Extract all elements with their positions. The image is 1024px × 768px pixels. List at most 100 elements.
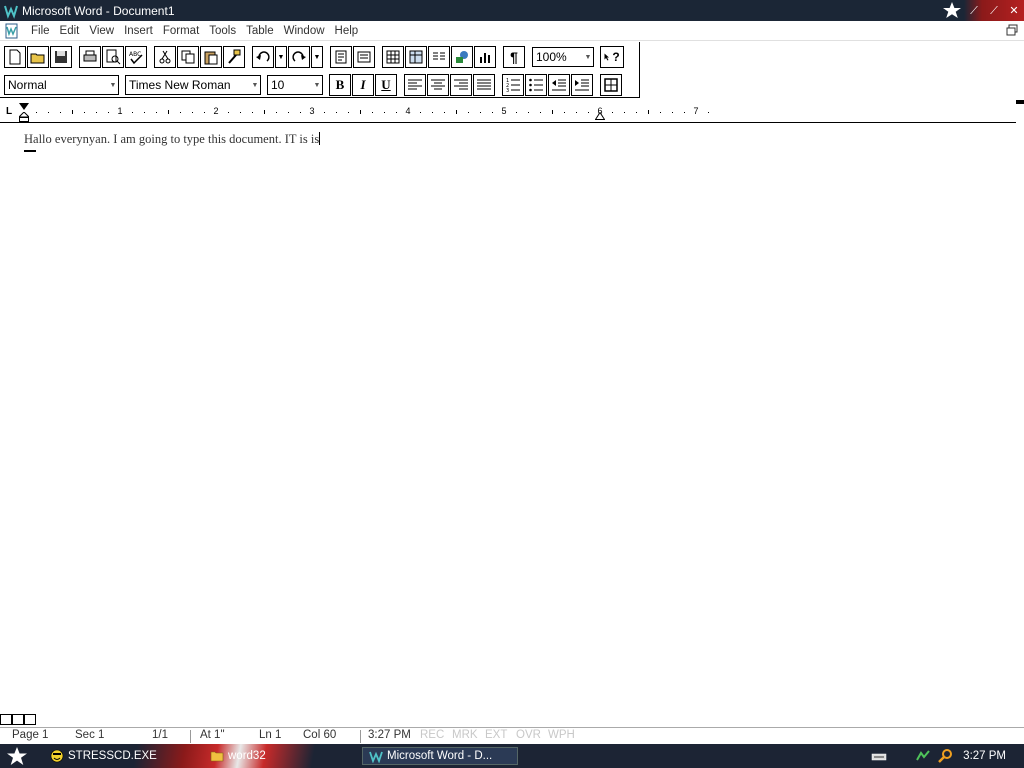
align-left-icon — [408, 79, 422, 90]
normal-view-button[interactable] — [0, 714, 12, 725]
align-center-button[interactable] — [427, 74, 449, 96]
document-page[interactable]: Hallo everynyan. I am going to type this… — [0, 124, 1016, 714]
cut-button[interactable] — [154, 46, 176, 68]
overtype-indicator[interactable]: OVR — [516, 729, 541, 741]
minimize-button[interactable]: ⟋ — [967, 4, 981, 18]
pilcrow-icon: ¶ — [510, 49, 518, 65]
taskbar-clock[interactable]: 3:27 PM — [963, 750, 1006, 762]
bold-button[interactable]: B — [329, 74, 351, 96]
style-select[interactable]: Normal ▼ — [4, 75, 119, 95]
columns-button[interactable] — [428, 46, 450, 68]
track-changes-indicator[interactable]: MRK — [452, 729, 478, 741]
underline-button[interactable]: U — [375, 74, 397, 96]
task-microsoft-word[interactable]: Microsoft Word - D... — [362, 747, 518, 765]
spelling-button[interactable]: ABC — [125, 46, 147, 68]
borders-button[interactable] — [600, 74, 622, 96]
start-button-star-icon[interactable] — [6, 746, 28, 766]
tab-stop-selector[interactable]: L — [6, 106, 12, 117]
toolbars: ABC ▼ ▼ ¶ 100% ▼ ? Normal ▼ Times New Ro… — [0, 42, 640, 98]
align-left-button[interactable] — [404, 74, 426, 96]
vertical-scrollbar[interactable]: ▾ — [1016, 100, 1024, 721]
increase-indent-button[interactable] — [571, 74, 593, 96]
ruler-tick — [708, 112, 709, 113]
scroll-up-arrow[interactable] — [1016, 100, 1024, 104]
ruler-tick — [528, 112, 529, 113]
outline-view-button[interactable] — [24, 714, 36, 725]
align-right-button[interactable] — [450, 74, 472, 96]
undo-dropdown[interactable]: ▼ — [275, 46, 287, 68]
bar-chart-icon — [480, 53, 490, 63]
chevron-down-icon: ▼ — [584, 53, 592, 61]
autoformat-button[interactable] — [330, 46, 352, 68]
menu-bar: File Edit View Insert Format Tools Table… — [0, 21, 1024, 41]
task-stresscd[interactable]: STRESSCD.EXE — [50, 747, 157, 765]
insert-chart-button[interactable] — [474, 46, 496, 68]
network-icon[interactable] — [915, 748, 931, 764]
menu-window[interactable]: Window — [279, 25, 330, 37]
print-button[interactable] — [79, 46, 101, 68]
save-button[interactable] — [50, 46, 72, 68]
right-indent-marker[interactable] — [595, 112, 605, 120]
font-size-select[interactable]: 10 ▼ — [267, 75, 323, 95]
ruler-tick — [84, 112, 85, 113]
copy-button[interactable] — [177, 46, 199, 68]
menu-file[interactable]: File — [26, 25, 55, 37]
paste-button[interactable] — [200, 46, 222, 68]
align-center-icon — [431, 79, 445, 90]
page-layout-view-button[interactable] — [12, 714, 24, 725]
decrease-indent-button[interactable] — [548, 74, 570, 96]
menu-view[interactable]: View — [84, 25, 119, 37]
drawing-button[interactable] — [451, 46, 473, 68]
show-marks-button[interactable]: ¶ — [503, 46, 525, 68]
keyboard-icon[interactable] — [871, 748, 887, 764]
record-macro-indicator[interactable]: REC — [420, 729, 444, 741]
redo-dropdown[interactable]: ▼ — [311, 46, 323, 68]
justify-button[interactable] — [473, 74, 495, 96]
ruler-tick — [228, 112, 229, 113]
ruler-tick — [204, 112, 205, 113]
menu-help[interactable]: Help — [330, 25, 364, 37]
extend-selection-indicator[interactable]: EXT — [485, 729, 507, 741]
decrease-indent-icon — [552, 79, 566, 91]
open-button[interactable] — [27, 46, 49, 68]
insert-table-button[interactable] — [382, 46, 404, 68]
insert-spreadsheet-button[interactable] — [405, 46, 427, 68]
ruler[interactable]: L 1234567 — [0, 103, 1016, 123]
undo-button[interactable] — [252, 46, 274, 68]
format-painter-button[interactable] — [223, 46, 245, 68]
insert-address-button[interactable] — [353, 46, 375, 68]
menu-table[interactable]: Table — [241, 25, 279, 37]
menu-tools[interactable]: Tools — [204, 25, 241, 37]
word-app-icon[interactable] — [3, 3, 19, 19]
maximize-button[interactable]: ⟋ — [987, 4, 1001, 18]
bullets-button[interactable] — [525, 74, 547, 96]
restore-document-icon[interactable] — [1006, 24, 1018, 36]
italic-button[interactable]: I — [352, 74, 374, 96]
bold-icon: B — [335, 77, 345, 92]
close-button[interactable]: ✕ — [1007, 4, 1021, 18]
new-button[interactable] — [4, 46, 26, 68]
zoom-select[interactable]: 100% ▼ — [532, 47, 594, 67]
increase-indent-icon — [575, 79, 589, 91]
autoformat-icon — [335, 50, 347, 64]
menu-edit[interactable]: Edit — [55, 25, 85, 37]
clipboard-icon — [204, 51, 218, 65]
scissors-icon — [159, 50, 171, 64]
menu-format[interactable]: Format — [158, 25, 204, 37]
print-preview-button[interactable] — [102, 46, 124, 68]
drawing-shapes-icon — [456, 51, 468, 63]
task-word32-folder[interactable]: word32 — [210, 747, 266, 765]
borders-icon — [604, 78, 618, 92]
document-icon[interactable] — [4, 23, 20, 39]
context-help-button[interactable]: ? — [600, 46, 624, 68]
font-select[interactable]: Times New Roman ▼ — [125, 75, 261, 95]
ruler-tick — [660, 112, 661, 113]
document-body[interactable]: Hallo everynyan. I am going to type this… — [24, 132, 321, 147]
horizontal-scrollbar[interactable] — [0, 714, 1024, 726]
redo-button[interactable] — [288, 46, 310, 68]
menu-insert[interactable]: Insert — [119, 25, 158, 37]
ruler-track: 1234567 — [24, 105, 718, 119]
numbering-button[interactable]: 123 — [502, 74, 524, 96]
search-icon[interactable] — [937, 748, 953, 764]
wordperfect-help-indicator[interactable]: WPH — [548, 729, 575, 741]
